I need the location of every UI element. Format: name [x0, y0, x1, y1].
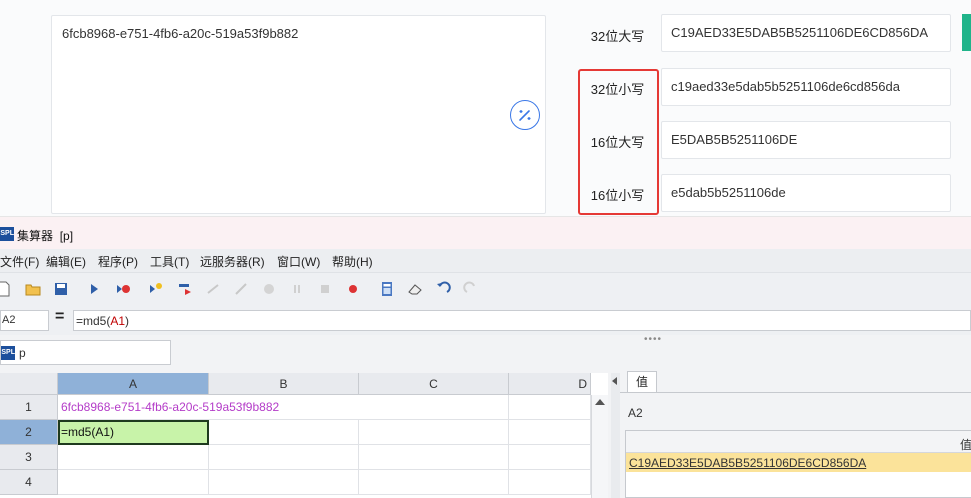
value-cell-reference: A2: [628, 406, 643, 420]
menu-edit[interactable]: 编辑(E): [46, 253, 86, 270]
row-header-1[interactable]: 1: [0, 395, 58, 420]
cell-b3[interactable]: [209, 445, 359, 470]
value-table: 值 C19AED33E5DAB5B5251106DE6CD856DA: [625, 430, 971, 498]
breakpoint-icon[interactable]: [261, 281, 277, 297]
formula-input[interactable]: =md5(A1): [73, 310, 971, 331]
step-into-icon[interactable]: [177, 281, 193, 297]
cell-b4[interactable]: [209, 470, 359, 495]
record-icon[interactable]: [345, 281, 361, 297]
row-header-4[interactable]: 4: [0, 470, 58, 495]
menu-tools[interactable]: 工具(T): [150, 253, 189, 270]
cell-d4[interactable]: [509, 470, 591, 495]
menu-help[interactable]: 帮助(H): [332, 253, 373, 270]
cell-c1[interactable]: [358, 395, 509, 420]
equals-icon: =: [55, 308, 65, 325]
cell-c2[interactable]: [359, 420, 509, 445]
grid-corner[interactable]: [0, 373, 58, 395]
step-return-icon[interactable]: [233, 281, 249, 297]
collapse-left-icon[interactable]: [612, 377, 617, 385]
column-header-d[interactable]: D: [509, 373, 591, 395]
stop-icon[interactable]: [317, 281, 333, 297]
run-icon[interactable]: [86, 281, 102, 297]
menu-window[interactable]: 窗口(W): [277, 253, 320, 270]
new-file-icon[interactable]: [0, 281, 12, 297]
toolbar: [0, 272, 971, 305]
menu-bar: 文件(F) 编辑(E) 程序(P) 工具(T) 远服务器(R) 窗口(W) 帮助…: [0, 249, 971, 272]
value-column-header: 值: [959, 438, 971, 452]
spl-file-icon: SPL: [1, 346, 15, 360]
highlight-annotation: [578, 69, 659, 215]
cell-d3[interactable]: [509, 445, 591, 470]
step-over-icon[interactable]: [205, 281, 221, 297]
title-bar: SPL 集算器 [p]: [0, 216, 971, 249]
cell-a4[interactable]: [58, 470, 209, 495]
result-32-upper[interactable]: C19AED33E5DAB5B5251106DE6CD856DA: [661, 14, 951, 52]
value-table-header: 值: [626, 431, 971, 453]
value-panel: 值 A2 值 C19AED33E5DAB5B5251106DE6CD856DA: [620, 367, 971, 498]
result-32-lower[interactable]: c19aed33e5dab5b5251106de6cd856da: [661, 68, 951, 106]
cell-c3[interactable]: [359, 445, 509, 470]
cell-a2[interactable]: =md5(A1): [58, 420, 209, 445]
file-tab-label: p: [19, 346, 26, 360]
resize-handle-icon[interactable]: ••••: [644, 334, 662, 345]
source-text-area[interactable]: 6fcb8968-e751-4fb6-a20c-519a53f9b882: [51, 15, 546, 214]
cell-a1[interactable]: 6fcb8968-e751-4fb6-a20c-519a53f9b882: [58, 395, 358, 420]
pause-icon[interactable]: [289, 281, 305, 297]
redo-icon[interactable]: [463, 281, 479, 297]
row-header-3[interactable]: 3: [0, 445, 58, 470]
side-accent-bar: [962, 14, 971, 51]
cell-d2[interactable]: [509, 420, 591, 445]
cell-b2[interactable]: [209, 420, 359, 445]
row-header-2[interactable]: 2: [0, 420, 58, 445]
column-header-b[interactable]: B: [209, 373, 359, 395]
scroll-up-icon[interactable]: [595, 399, 605, 405]
calculator-icon[interactable]: [379, 281, 395, 297]
source-text: 6fcb8968-e751-4fb6-a20c-519a53f9b882: [62, 26, 299, 41]
md5-tool: 6fcb8968-e751-4fb6-a20c-519a53f9b882 32位…: [0, 0, 971, 216]
panel-splitter[interactable]: [611, 373, 620, 498]
formula-bar: A2 = =md5(A1): [0, 305, 971, 335]
file-tab-p[interactable]: SPL p: [0, 340, 171, 365]
menu-file[interactable]: 文件(F): [0, 253, 39, 270]
save-icon[interactable]: [53, 281, 69, 297]
cell-d1[interactable]: [509, 395, 591, 420]
tab-value[interactable]: 值: [627, 371, 657, 393]
debug-icon[interactable]: [115, 281, 131, 297]
app-logo-icon: SPL: [0, 227, 14, 241]
result-16-lower[interactable]: e5dab5b5251106de: [661, 174, 951, 212]
grid-vertical-scrollbar[interactable]: [591, 395, 608, 498]
column-header-c[interactable]: C: [359, 373, 509, 395]
window-title: 集算器 [p]: [17, 229, 74, 243]
value-row[interactable]: C19AED33E5DAB5B5251106DE6CD856DA: [626, 453, 971, 472]
cell-a3[interactable]: [58, 445, 209, 470]
magic-wand-icon: [519, 110, 531, 121]
undo-icon[interactable]: [435, 281, 451, 297]
eraser-icon[interactable]: [407, 281, 423, 297]
cell-c4[interactable]: [359, 470, 509, 495]
column-header-a[interactable]: A: [58, 373, 209, 395]
label-32-upper: 32位大写: [590, 29, 645, 44]
result-16-upper[interactable]: E5DAB5B5251106DE: [661, 121, 951, 159]
cell-reference-box[interactable]: A2: [0, 310, 49, 331]
menu-program[interactable]: 程序(P): [98, 253, 138, 270]
step-icon[interactable]: [148, 281, 164, 297]
cell-grid: A B C D 1 2 3 4 6fcb8968-e751-4fb6-a20c-…: [0, 373, 608, 498]
open-folder-icon[interactable]: [25, 281, 41, 297]
tab-divider: [620, 392, 971, 393]
ide-window: SPL 集算器 [p] 文件(F) 编辑(E) 程序(P) 工具(T) 远服务器…: [0, 216, 971, 498]
menu-remote-server[interactable]: 远服务器(R): [200, 253, 265, 270]
convert-button[interactable]: [510, 100, 540, 130]
value-text[interactable]: C19AED33E5DAB5B5251106DE6CD856DA: [629, 456, 866, 470]
